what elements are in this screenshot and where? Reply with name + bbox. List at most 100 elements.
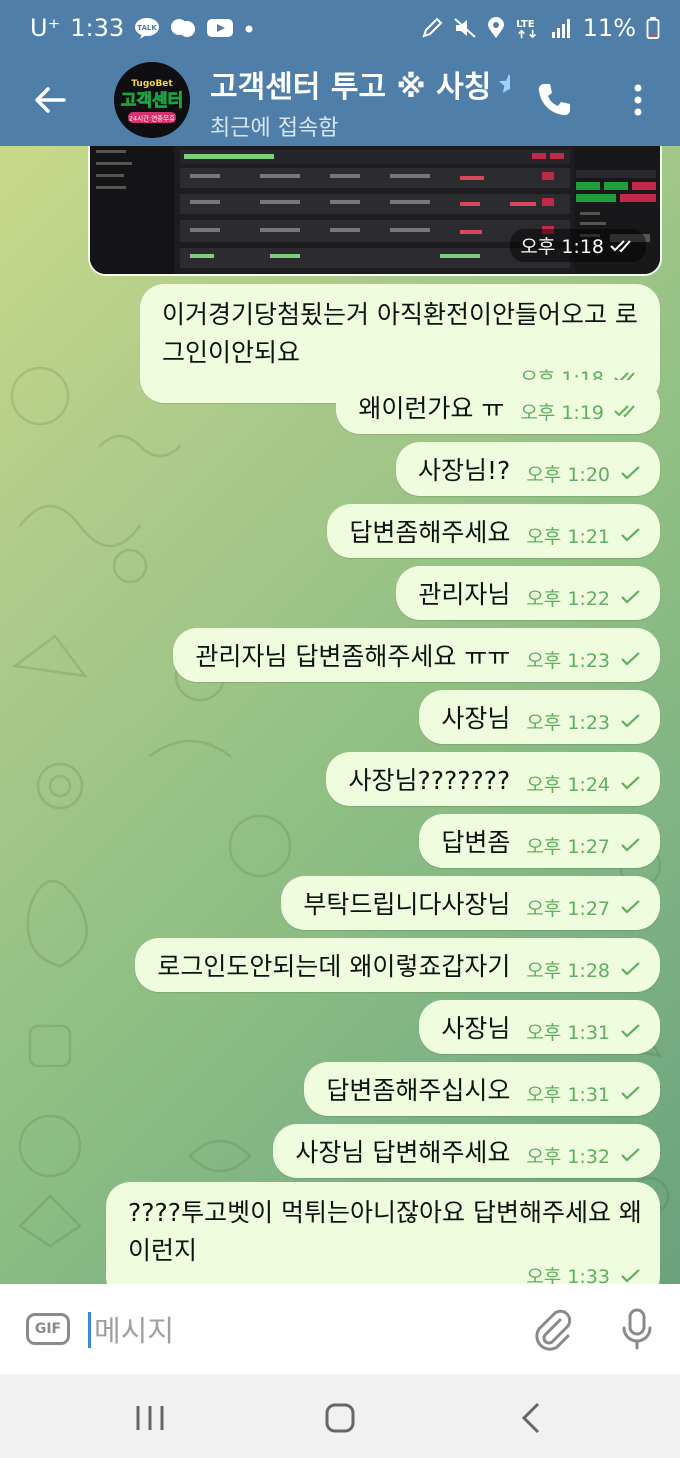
message-time: 오후 1:27 [526, 835, 610, 858]
check-icon [621, 652, 640, 666]
phone-icon[interactable] [532, 78, 576, 122]
mute-icon [453, 18, 476, 38]
check-icon [621, 962, 640, 976]
message-text: 사장님 [441, 704, 511, 733]
message-bubble[interactable]: 답변좀해주세요 오후 1:21 [327, 504, 660, 558]
message-input[interactable] [92, 1308, 516, 1354]
message-bubble[interactable]: 관리자님 답변좀해주세요 ㅠㅠ 오후 1:23 [173, 628, 660, 682]
message-time: 오후 1:31 [526, 1083, 610, 1106]
chat-title: 고객센터 투고 ※ 사칭 [210, 70, 492, 105]
star-icon [499, 74, 510, 93]
svg-text:LTE: LTE [516, 19, 535, 30]
microphone-icon[interactable] [614, 1306, 660, 1352]
message-text: 사장님!? [418, 456, 511, 485]
check-icon [621, 714, 640, 728]
svg-text:TALK: TALK [137, 24, 157, 32]
message-text: 관리자님 [418, 580, 511, 609]
avatar-text: 고객센터 [121, 91, 184, 111]
speech-bubble-icon [171, 19, 196, 37]
more-options-icon[interactable] [616, 78, 660, 122]
battery-percent: 11% [582, 14, 636, 42]
message-time: 오후 1:21 [526, 525, 610, 548]
message-bubble[interactable]: ????투고벳이 먹튀는아니잖아요 답변해주세요 왜이런지 오후 1:33 [106, 1182, 660, 1284]
chat-subtitle: 최근에 접속함 [210, 116, 339, 141]
avatar-logo: TugoBet 고객센터 24시간 연중무휴 [114, 62, 190, 138]
check-icon [621, 1086, 640, 1100]
message-time: 오후 1:23 [526, 649, 610, 672]
message-bubble[interactable]: 답변좀 오후 1:27 [419, 814, 660, 868]
message-composer: GIF [0, 1284, 680, 1374]
carrier-label: U⁺ [30, 14, 61, 42]
message-time: 오후 1:33 [526, 1266, 610, 1284]
message-bubble[interactable]: 사장님 오후 1:31 [419, 1000, 660, 1054]
message-text: 로그인도안되는데 왜이렇죠갑자기 [157, 952, 511, 981]
message-text: 답변좀해주십시오 [326, 1076, 511, 1105]
message-time: 오후 1:23 [526, 711, 610, 734]
chat-area[interactable]: 오후 1:18 이거경기당첨됬는거 아직환전이안들어오고 로그인이안되요 오후 … [0, 146, 680, 1284]
check-icon [621, 466, 640, 480]
check-icon [621, 528, 640, 542]
message-text: 답변좀해주세요 [349, 518, 511, 547]
location-icon [487, 17, 504, 38]
nav-back-icon[interactable] [502, 1398, 562, 1438]
message-bubble[interactable]: 로그인도안되는데 왜이렇죠갑자기 오후 1:28 [135, 938, 660, 992]
youtube-icon [207, 19, 234, 37]
message-bubble[interactable]: 사장님 오후 1:23 [419, 690, 660, 744]
chat-title-block[interactable]: 고객센터 투고 ※ 사칭 최근에 접속함 [210, 62, 510, 142]
check-icon [621, 590, 640, 604]
image-message[interactable]: 오후 1:18 [88, 146, 662, 276]
dot-icon [245, 25, 253, 33]
gif-button[interactable]: GIF [26, 1313, 70, 1345]
system-nav-bar [0, 1374, 680, 1458]
message-bubble[interactable]: 왜이런가요 ㅠ 오후 1:19 [336, 380, 660, 434]
image-timestamp: 오후 1:18 [510, 229, 646, 262]
avatar-brand: TugoBet [131, 79, 173, 89]
message-text: 부탁드립니다사장님 [303, 890, 511, 919]
check-icon [621, 838, 640, 852]
message-bubble[interactable]: 부탁드립니다사장님 오후 1:27 [281, 876, 660, 930]
battery-icon [646, 17, 660, 39]
message-time: 오후 1:20 [526, 463, 610, 486]
check-icon [621, 1148, 640, 1162]
message-bubble[interactable]: 사장님??????? 오후 1:24 [326, 752, 660, 806]
message-time: 오후 1:19 [520, 401, 604, 424]
avatar-tag: 24시간 연중무휴 [129, 114, 175, 123]
double-check-icon [614, 405, 635, 418]
message-bubble[interactable]: 사장님!? 오후 1:20 [396, 442, 660, 496]
message-bubble[interactable]: 관리자님 오후 1:22 [396, 566, 660, 620]
message-time: 오후 1:31 [526, 1021, 610, 1044]
message-text: 사장님 답변해주세요 [295, 1138, 511, 1167]
message-time: 오후 1:27 [526, 897, 610, 920]
message-text: 이거경기당첨됬는거 아직환전이안들어오고 로그인이안되요 [162, 300, 638, 367]
message-time: 오후 1:32 [526, 1145, 610, 1168]
talk-icon: TALK [135, 18, 160, 39]
message-time: 오후 1:24 [526, 773, 610, 796]
message-text: 답변좀 [441, 828, 511, 857]
home-icon[interactable] [310, 1398, 370, 1438]
check-icon [621, 1268, 640, 1283]
message-bubble[interactable]: 사장님 답변해주세요 오후 1:32 [273, 1124, 660, 1178]
message-time: 오후 1:22 [526, 587, 610, 610]
message-time: 오후 1:28 [526, 959, 610, 982]
pen-icon [422, 17, 443, 38]
check-icon [621, 900, 640, 914]
attach-icon[interactable] [530, 1306, 576, 1352]
check-icon [621, 1024, 640, 1038]
avatar[interactable]: TugoBet 고객센터 24시간 연중무휴 [114, 62, 190, 138]
recent-apps-icon[interactable] [120, 1398, 180, 1438]
message-text: 왜이런가요 ㅠ [358, 394, 505, 423]
message-text: 사장님??????? [348, 766, 511, 795]
chat-header: TugoBet 고객센터 24시간 연중무휴 고객센터 투고 ※ 사칭 최근에 … [0, 58, 680, 146]
message-text: 관리자님 답변좀해주세요 ㅠㅠ [195, 642, 511, 671]
message-text: ????투고벳이 먹튀는아니잖아요 답변해주세요 왜이런지 [128, 1198, 642, 1265]
text-cursor [88, 1312, 91, 1348]
status-bar: U⁺ 1:33 TALK LTE 11% [0, 0, 680, 58]
double-check-icon [610, 239, 631, 252]
lte-icon: LTE [516, 19, 536, 39]
message-text: 사장님 [441, 1014, 511, 1043]
check-icon [621, 776, 640, 790]
back-arrow-icon[interactable] [30, 80, 70, 120]
clock: 1:33 [70, 14, 125, 42]
signal-icon [551, 19, 570, 38]
message-bubble[interactable]: 답변좀해주십시오 오후 1:31 [304, 1062, 660, 1116]
